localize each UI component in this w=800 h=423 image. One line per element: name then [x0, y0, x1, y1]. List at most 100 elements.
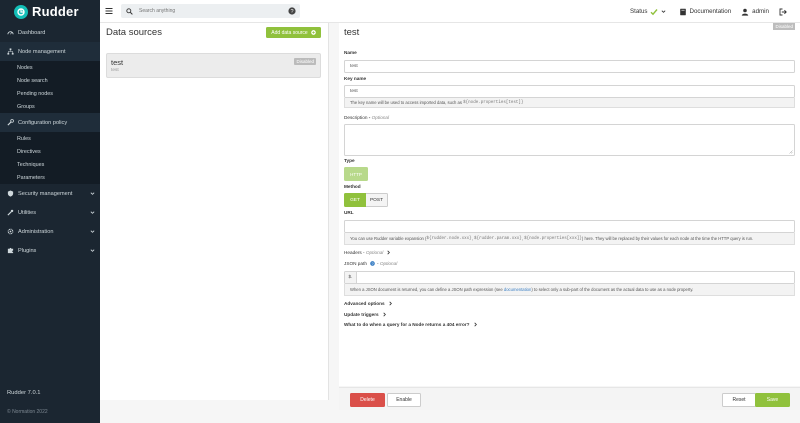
sidebar-item-utilities[interactable]: Utilities: [0, 203, 100, 222]
sidebar-item-node-search[interactable]: Node search: [0, 74, 100, 87]
brand[interactable]: Rudder: [0, 0, 100, 23]
wrench-icon: [7, 119, 14, 126]
add-data-source-label: Add data source: [271, 29, 308, 36]
add-data-source-button[interactable]: Add data source: [266, 27, 321, 38]
update-triggers-toggle[interactable]: Update triggers: [344, 312, 387, 317]
top-bar: ? Status Documentation admin: [100, 0, 800, 23]
url-hint-code-1: ${rudder.node.xxx}: [426, 236, 472, 241]
panel-title: Data sources: [106, 27, 162, 38]
chevron-right-icon: [473, 322, 477, 327]
help-icon[interactable]: ?: [288, 7, 296, 15]
url-field[interactable]: [344, 220, 795, 233]
sidebar-item-label: Utilities: [18, 209, 37, 216]
config-submenu: Rules Directives Techniques Parameters: [0, 132, 100, 184]
svg-text:?: ?: [290, 9, 293, 15]
json-path-label: JSON path ? - Optional: [344, 261, 398, 266]
search-input[interactable]: [139, 8, 279, 14]
documentation-link[interactable]: Documentation: [679, 8, 731, 16]
rudder-logo-icon: [14, 4, 28, 19]
search-bar[interactable]: ?: [121, 4, 300, 18]
user-name: admin: [752, 8, 769, 15]
advanced-options-toggle[interactable]: Advanced options: [344, 301, 393, 306]
headers-toggle[interactable]: Headers - Optional: [344, 250, 391, 255]
sidebar-item-label: Configuration policy: [18, 119, 68, 126]
save-button[interactable]: Save: [755, 393, 790, 407]
url-label: URL: [344, 210, 354, 215]
type-label: Type: [344, 158, 355, 163]
data-source-key: test: [111, 68, 119, 73]
chevron-right-icon: [387, 250, 391, 255]
sidebar-item-pending-nodes[interactable]: Pending nodes: [0, 87, 100, 100]
optional-label: Optional: [365, 250, 384, 255]
delete-button[interactable]: Delete: [350, 393, 385, 407]
form-title: test: [344, 27, 360, 38]
method-get-button[interactable]: GET: [344, 193, 366, 207]
sidebar-item-label: Administration: [18, 228, 54, 235]
sidebar-item-parameters[interactable]: Parameters: [0, 171, 100, 184]
key-name-field[interactable]: test: [344, 85, 795, 98]
reset-button[interactable]: Reset: [722, 393, 756, 407]
book-icon: [679, 8, 686, 15]
enable-button[interactable]: Enable: [387, 393, 421, 407]
resize-grip-icon[interactable]: [789, 150, 793, 154]
user-menu[interactable]: admin: [741, 8, 769, 16]
description-label: Description - Optional: [344, 115, 390, 120]
json-path-hint: When a JSON document is returned, you ca…: [344, 284, 795, 296]
json-hint-text-b: ) to select only a sub-part of the docum…: [531, 287, 694, 292]
gear-icon: [7, 228, 14, 235]
shield-icon: [7, 190, 14, 197]
sidebar-item-label: Security management: [18, 190, 73, 197]
json-path-field[interactable]: $.: [344, 271, 795, 284]
optional-label: Optional: [379, 261, 398, 266]
sidebar-item-groups[interactable]: Groups: [0, 100, 100, 113]
data-source-item[interactable]: test test Disabled: [106, 53, 321, 78]
sidebar-item-configuration-policy[interactable]: Configuration policy: [0, 113, 100, 132]
chevron-down-icon: [90, 211, 95, 214]
sidebar-item-rules[interactable]: Rules: [0, 132, 100, 145]
type-http-button[interactable]: HTTP: [344, 167, 368, 181]
not-found-label: What to do when a query for a Node retur…: [344, 322, 470, 327]
url-hint: You can use Rudder variable expansion ($…: [344, 233, 795, 245]
sidebar-item-plugins[interactable]: Plugins: [0, 241, 100, 260]
version-label: Rudder 7.0.1: [7, 390, 41, 396]
documentation-link[interactable]: documentation: [504, 287, 531, 292]
hamburger-menu-icon[interactable]: [105, 7, 113, 15]
status-menu[interactable]: Status: [630, 8, 669, 16]
sidebar-item-directives[interactable]: Directives: [0, 145, 100, 158]
name-label: Name: [344, 50, 357, 55]
top-right-menu: Status Documentation admin: [630, 0, 800, 23]
sidebar-item-administration[interactable]: Administration: [0, 222, 100, 241]
sidebar-item-dashboard[interactable]: Dashboard: [0, 23, 100, 42]
copyright: © Normation 2022: [7, 409, 48, 415]
data-source-name: test: [111, 58, 124, 67]
data-sources-panel: Data sources Add data source test test D…: [100, 23, 329, 400]
chevron-down-icon: [90, 192, 95, 195]
advanced-options-label: Advanced options: [344, 301, 385, 306]
optional-label: Optional: [371, 115, 390, 120]
sidebar-item-node-management[interactable]: Node management: [0, 42, 100, 61]
headers-label: Headers: [344, 250, 362, 255]
plus-circle-icon: [310, 30, 316, 35]
search-icon: [126, 7, 133, 15]
sidebar: Rudder Dashboard Node management Nodes N…: [0, 0, 100, 423]
help-icon[interactable]: ?: [370, 261, 375, 266]
chevron-down-icon: [661, 10, 665, 13]
logout-icon: [779, 8, 787, 15]
sidebar-item-techniques[interactable]: Techniques: [0, 158, 100, 171]
sidebar-item-label: Plugins: [18, 247, 37, 254]
sidebar-item-security-management[interactable]: Security management: [0, 184, 100, 203]
sidebar-item-nodes[interactable]: Nodes: [0, 61, 100, 74]
form-footer: Delete Enable Reset Save: [339, 387, 800, 410]
tools-icon: [7, 209, 14, 216]
json-path-prefix: $.: [345, 272, 357, 283]
sidebar-nav: Dashboard Node management Nodes Node sea…: [0, 23, 100, 260]
status-badge: Disabled: [294, 58, 316, 65]
not-found-behaviour-toggle[interactable]: What to do when a query for a Node retur…: [344, 322, 478, 327]
key-hint-text: The key name will be used to access impo…: [350, 100, 462, 105]
description-textarea[interactable]: [344, 124, 795, 156]
logout-button[interactable]: [779, 8, 790, 16]
name-field[interactable]: test: [344, 60, 795, 73]
method-post-button[interactable]: POST: [366, 193, 388, 207]
sidebar-item-label: Node management: [18, 48, 66, 55]
key-name-hint: The key name will be used to access impo…: [344, 98, 795, 108]
